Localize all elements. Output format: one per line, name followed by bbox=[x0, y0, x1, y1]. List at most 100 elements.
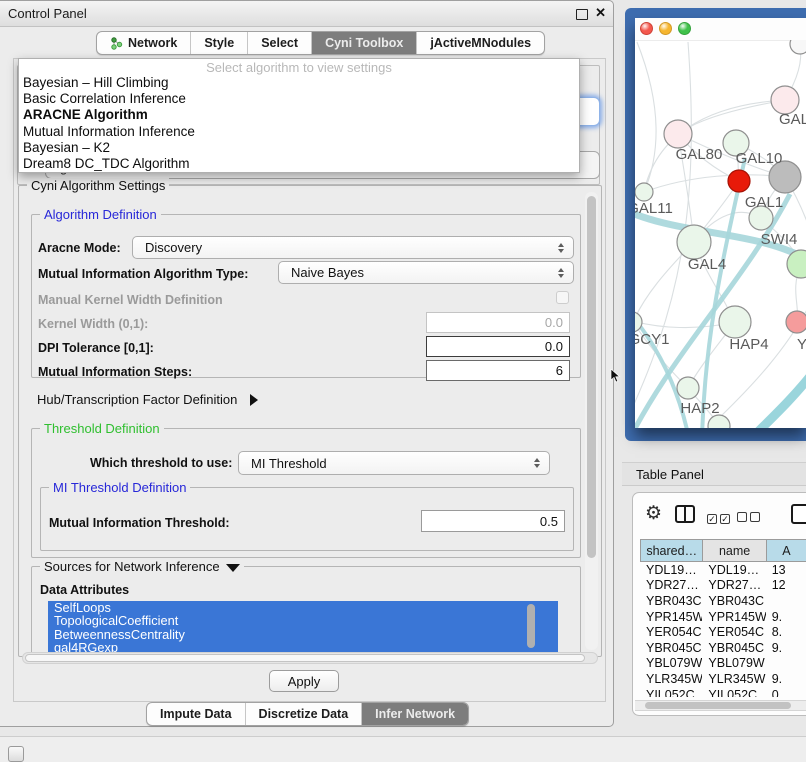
tab-discretize-data[interactable]: Discretize Data bbox=[246, 703, 363, 725]
column-header[interactable]: name bbox=[702, 539, 765, 562]
settings-vertical-scrollbar-thumb[interactable] bbox=[587, 196, 596, 558]
expanded-arrow-icon bbox=[226, 564, 240, 572]
mi-threshold-group: MI Threshold Definition Mutual Informati… bbox=[40, 487, 574, 551]
gear-icon[interactable]: ⚙ bbox=[645, 499, 662, 529]
apply-button[interactable]: Apply bbox=[269, 670, 339, 692]
tab-label: Style bbox=[204, 36, 234, 50]
tab-network[interactable]: Network bbox=[97, 32, 191, 54]
column-header[interactable]: shared… bbox=[640, 539, 702, 562]
control-panel-titlebar[interactable]: Control Panel ✕ bbox=[0, 1, 613, 27]
table-cell: YIL052C bbox=[702, 688, 765, 697]
algorithm-option[interactable]: Bayesian – K2 bbox=[19, 140, 579, 156]
network-node-gal80[interactable] bbox=[664, 120, 692, 148]
mi-threshold-input[interactable]: 0.5 bbox=[421, 510, 565, 532]
algorithm-option[interactable]: Mutual Information Inference bbox=[19, 124, 579, 140]
node-label: HAP4 bbox=[729, 336, 768, 353]
close-icon[interactable]: ✕ bbox=[595, 5, 606, 21]
node-table[interactable]: shared…nameA YDL19…YDL19…13YDR27…YDR27…1… bbox=[640, 539, 806, 697]
status-mini-button[interactable] bbox=[8, 746, 24, 762]
table-cell: 13 bbox=[766, 563, 806, 577]
attribute-list-item[interactable]: SelfLoops bbox=[48, 601, 558, 614]
algorithm-option[interactable]: Dream8 DC_TDC Algorithm bbox=[19, 156, 579, 172]
table-panel: ⚙ ✓✓ shared…nameA YDL19…YDL19…13YDR27…YD… bbox=[632, 492, 806, 716]
table-cell: YBL079W bbox=[640, 656, 702, 670]
table-row[interactable]: YIL052CYIL052C0 bbox=[640, 687, 806, 697]
minimize-traffic-light-icon[interactable] bbox=[659, 22, 672, 35]
hub-definition-expander[interactable]: Hub/Transcription Factor Definition bbox=[37, 391, 258, 409]
tab-cyni-toolbox[interactable]: Cyni Toolbox bbox=[312, 32, 417, 54]
table-cell: YPR145W bbox=[640, 610, 702, 624]
tab-label: Cyni Toolbox bbox=[325, 36, 403, 50]
deselect-all-columns-icon[interactable] bbox=[737, 509, 763, 527]
table-row[interactable]: YBL079WYBL079W bbox=[640, 656, 806, 672]
table-row[interactable]: YLR345WYLR345W9. bbox=[640, 671, 806, 687]
data-attributes-list[interactable]: SelfLoopsTopologicalCoefficientBetweenne… bbox=[48, 601, 558, 655]
tab-style[interactable]: Style bbox=[191, 32, 248, 54]
algorithm-dropdown-items: Bayesian – Hill ClimbingBasic Correlatio… bbox=[19, 75, 579, 172]
data-attributes-label: Data Attributes bbox=[40, 583, 129, 597]
table-cell: YDL19… bbox=[640, 563, 702, 577]
table-cell: YDL19… bbox=[702, 563, 765, 577]
algorithm-option[interactable]: Basic Correlation Inference bbox=[19, 91, 579, 107]
node-label: GAL80 bbox=[676, 146, 723, 163]
settings-horizontal-scrollbar[interactable] bbox=[22, 652, 598, 664]
columns-icon[interactable] bbox=[675, 505, 695, 523]
hub-definition-label: Hub/Transcription Factor Definition bbox=[37, 392, 237, 407]
mi-threshold-label: Mutual Information Threshold: bbox=[49, 516, 230, 530]
table-panel-titlebar[interactable]: Table Panel bbox=[622, 462, 806, 486]
close-traffic-light-icon[interactable] bbox=[640, 22, 653, 35]
table-cell: YBR045C bbox=[640, 641, 702, 655]
kernel-width-input[interactable]: 0.0 bbox=[426, 312, 570, 333]
network-node-hap2[interactable] bbox=[677, 377, 699, 399]
mi-type-select[interactable]: Naive Bayes bbox=[278, 261, 574, 284]
float-window-icon[interactable] bbox=[576, 9, 588, 20]
tab-jactivemnodules[interactable]: jActiveMNodules bbox=[417, 32, 544, 54]
table-horizontal-scrollbar-thumb[interactable] bbox=[645, 702, 791, 709]
network-node-gal4[interactable] bbox=[677, 225, 711, 259]
aracne-mode-select[interactable]: Discovery bbox=[132, 236, 574, 259]
network-node-gal[interactable] bbox=[771, 86, 799, 114]
tab-impute-data[interactable]: Impute Data bbox=[147, 703, 246, 725]
sources-group-title[interactable]: Sources for Network Inference bbox=[40, 559, 244, 574]
network-canvas[interactable]: GALGAL80GAL10GAL11GAL1GAL4SWI4GCY1HAP4YH… bbox=[635, 40, 806, 428]
table-row[interactable]: YDR27…YDR27…12 bbox=[640, 578, 806, 594]
mi-steps-input[interactable]: 6 bbox=[426, 360, 570, 381]
algorithm-definition-title: Algorithm Definition bbox=[40, 207, 161, 222]
dpi-tolerance-input[interactable]: 0.0 bbox=[426, 336, 570, 357]
settings-horizontal-scrollbar-thumb[interactable] bbox=[25, 654, 585, 662]
algorithm-definition-group: Algorithm Definition Aracne Mode: Discov… bbox=[31, 214, 581, 378]
attributes-list-scrollbar-thumb[interactable] bbox=[527, 604, 535, 648]
algorithm-option[interactable]: Bayesian – Hill Climbing bbox=[19, 75, 579, 91]
mi-type-label: Mutual Information Algorithm Type: bbox=[38, 267, 248, 281]
select-all-columns-icon[interactable]: ✓✓ bbox=[707, 509, 733, 527]
algorithm-option[interactable]: ARACNE Algorithm bbox=[19, 107, 579, 123]
table-row[interactable]: YER054CYER054C8. bbox=[640, 624, 806, 640]
table-row[interactable]: YPR145WYPR145W9. bbox=[640, 609, 806, 625]
table-horizontal-scrollbar[interactable] bbox=[635, 700, 806, 711]
network-node-y[interactable] bbox=[786, 311, 806, 333]
attribute-list-item[interactable]: BetweennessCentrality bbox=[48, 628, 558, 641]
table-cell: 0 bbox=[766, 688, 806, 697]
which-threshold-select[interactable]: MI Threshold bbox=[238, 451, 550, 475]
column-header[interactable]: A bbox=[766, 539, 806, 562]
zoom-traffic-light-icon[interactable] bbox=[678, 22, 691, 35]
tab-label: jActiveMNodules bbox=[430, 36, 531, 50]
table-row[interactable]: YDL19…YDL19…13 bbox=[640, 562, 806, 578]
network-node-gal11[interactable] bbox=[635, 183, 653, 201]
tab-label: Select bbox=[261, 36, 298, 50]
tab-select[interactable]: Select bbox=[248, 32, 312, 54]
network-node[interactable] bbox=[728, 170, 750, 192]
settings-vertical-scrollbar[interactable] bbox=[585, 192, 598, 650]
manual-kernel-checkbox[interactable] bbox=[556, 291, 569, 304]
new-table-icon[interactable] bbox=[791, 504, 806, 524]
network-view-titlebar[interactable] bbox=[635, 18, 806, 41]
tab-infer-network[interactable]: Infer Network bbox=[362, 703, 468, 725]
table-cell: YBL079W bbox=[702, 656, 765, 670]
network-node-hap4[interactable] bbox=[719, 306, 751, 338]
table-cell: YBR043C bbox=[640, 594, 702, 608]
app-root: Control Panel ✕ Network Style Select Cyni T… bbox=[0, 0, 806, 762]
table-row[interactable]: YBR045CYBR045C9. bbox=[640, 640, 806, 656]
table-row[interactable]: YBR043CYBR043C bbox=[640, 593, 806, 609]
attribute-list-item[interactable]: TopologicalCoefficient bbox=[48, 614, 558, 627]
network-node[interactable] bbox=[790, 40, 806, 54]
